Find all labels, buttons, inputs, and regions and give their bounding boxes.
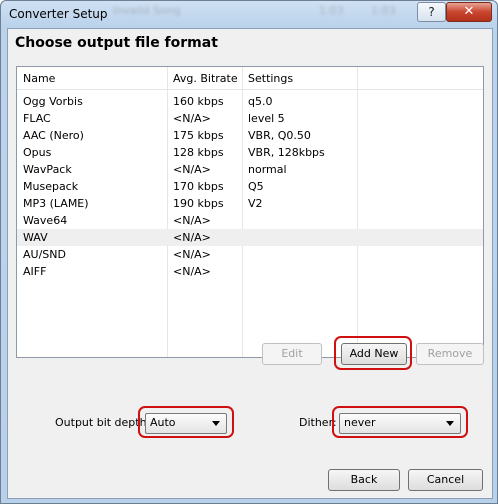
cancel-button[interactable]: Cancel xyxy=(408,469,483,491)
page-title: Choose output file format xyxy=(15,35,218,51)
format-bitrate: 170 kbps xyxy=(173,180,224,193)
bit-depth-label: Output bit depth: xyxy=(55,416,151,429)
list-item[interactable]: Wave64 <N/A> xyxy=(17,212,483,229)
format-name: Opus xyxy=(23,146,52,159)
format-name: MP3 (LAME) xyxy=(23,197,89,210)
list-item[interactable]: Musepack 170 kbps Q5 xyxy=(17,178,483,195)
format-bitrate: <N/A> xyxy=(173,112,211,125)
format-bitrate: <N/A> xyxy=(173,231,211,244)
window-title: Converter Setup xyxy=(9,7,108,21)
background-text: 1:03 xyxy=(319,4,344,17)
list-item[interactable]: Opus 128 kbps VBR, 128kbps xyxy=(17,144,483,161)
format-settings: Q5 xyxy=(248,180,264,193)
format-settings: normal xyxy=(248,163,287,176)
list-item[interactable]: AU/SND <N/A> xyxy=(17,246,483,263)
list-item[interactable]: WAV <N/A> xyxy=(17,229,483,246)
list-header: Name Avg. Bitrate Settings xyxy=(17,67,483,90)
list-item[interactable]: AIFF <N/A> xyxy=(17,263,483,280)
format-settings: VBR, Q0.50 xyxy=(248,129,311,142)
format-bitrate: <N/A> xyxy=(173,214,211,227)
list-item[interactable]: MP3 (LAME) 190 kbps V2 xyxy=(17,195,483,212)
format-name: AU/SND xyxy=(23,248,66,261)
help-button[interactable]: ? xyxy=(417,2,446,22)
format-name: Ogg Vorbis xyxy=(23,95,83,108)
column-header-name[interactable]: Name xyxy=(23,72,55,85)
format-name: WAV xyxy=(23,231,48,244)
background-text: Invalid Song xyxy=(113,4,181,17)
dialog-client: Choose output file format Name Avg. Bitr… xyxy=(7,28,493,499)
highlight-add-new xyxy=(334,336,412,370)
format-name: AIFF xyxy=(23,265,47,278)
column-header-settings[interactable]: Settings xyxy=(248,72,293,85)
format-bitrate: 128 kbps xyxy=(173,146,224,159)
list-item[interactable]: FLAC <N/A> level 5 xyxy=(17,110,483,127)
column-header-bitrate[interactable]: Avg. Bitrate xyxy=(173,72,238,85)
format-name: AAC (Nero) xyxy=(23,129,84,142)
close-button[interactable]: ✕ xyxy=(446,2,492,22)
list-item[interactable]: AAC (Nero) 175 kbps VBR, Q0.50 xyxy=(17,127,483,144)
format-bitrate: <N/A> xyxy=(173,163,211,176)
dialog-window: Converter Setup Invalid Song 1:03 1:03 ?… xyxy=(0,0,498,504)
title-bar[interactable]: Converter Setup Invalid Song 1:03 1:03 ?… xyxy=(1,1,497,29)
edit-button[interactable]: Edit xyxy=(262,343,322,365)
format-bitrate: 175 kbps xyxy=(173,129,224,142)
format-bitrate: <N/A> xyxy=(173,248,211,261)
format-name: WavPack xyxy=(23,163,72,176)
format-settings: level 5 xyxy=(248,112,285,125)
format-list[interactable]: Name Avg. Bitrate Settings Ogg Vorbis 160… xyxy=(16,66,484,358)
format-settings: q5.0 xyxy=(248,95,273,108)
format-settings: V2 xyxy=(248,197,263,210)
list-item[interactable]: Ogg Vorbis 160 kbps q5.0 xyxy=(17,93,483,110)
highlight-bit-depth xyxy=(138,406,234,438)
back-button[interactable]: Back xyxy=(328,469,400,491)
list-item[interactable]: WavPack <N/A> normal xyxy=(17,161,483,178)
remove-button[interactable]: Remove xyxy=(416,343,484,365)
format-name: FLAC xyxy=(23,112,51,125)
format-bitrate: <N/A> xyxy=(173,265,211,278)
format-bitrate: 190 kbps xyxy=(173,197,224,210)
format-name: Musepack xyxy=(23,180,79,193)
dither-label: Dither: xyxy=(299,416,337,429)
background-text: 1:03 xyxy=(371,4,396,17)
format-bitrate: 160 kbps xyxy=(173,95,224,108)
format-settings: VBR, 128kbps xyxy=(248,146,325,159)
format-name: Wave64 xyxy=(23,214,68,227)
highlight-dither xyxy=(332,406,468,438)
